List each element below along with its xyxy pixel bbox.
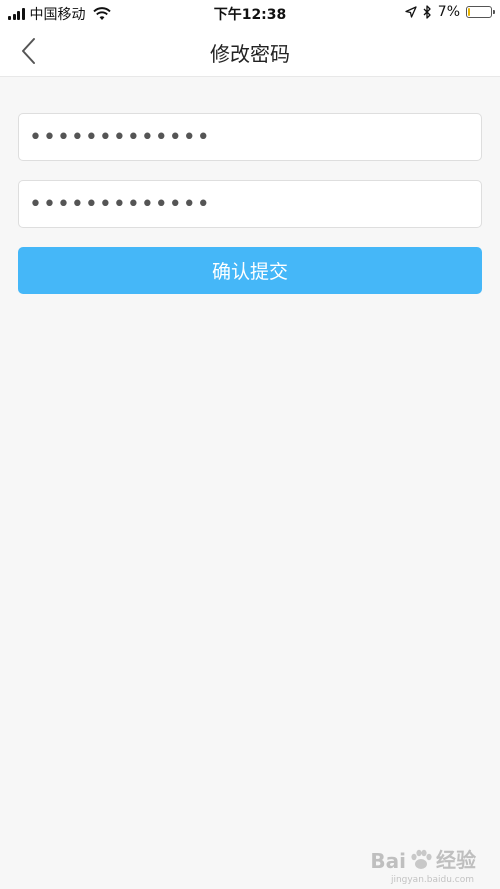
battery-level xyxy=(468,8,470,16)
watermark-brand: Bai xyxy=(370,849,406,873)
battery-icon xyxy=(466,6,495,18)
baidu-watermark: Bai 经验 jingyan.baidu.com xyxy=(370,844,476,885)
bluetooth-icon xyxy=(423,5,431,19)
old-password-field[interactable] xyxy=(18,113,482,161)
location-arrow-icon xyxy=(405,6,417,18)
status-bar: 中国移动 下午12:38 7% xyxy=(0,0,500,26)
page-title: 修改密码 xyxy=(210,42,290,66)
battery-percent: 7% xyxy=(437,4,460,20)
submit-button[interactable]: 确认提交 xyxy=(18,247,482,294)
nav-bar: 修改密码 xyxy=(0,26,500,77)
new-password-input[interactable] xyxy=(27,180,481,228)
old-password-input[interactable] xyxy=(27,113,481,161)
status-right: 7% xyxy=(405,4,495,20)
watermark-url: jingyan.baidu.com xyxy=(390,875,474,885)
watermark-brand-suffix: 经验 xyxy=(436,848,476,872)
new-password-field[interactable] xyxy=(18,180,482,228)
paw-icon xyxy=(411,849,432,869)
